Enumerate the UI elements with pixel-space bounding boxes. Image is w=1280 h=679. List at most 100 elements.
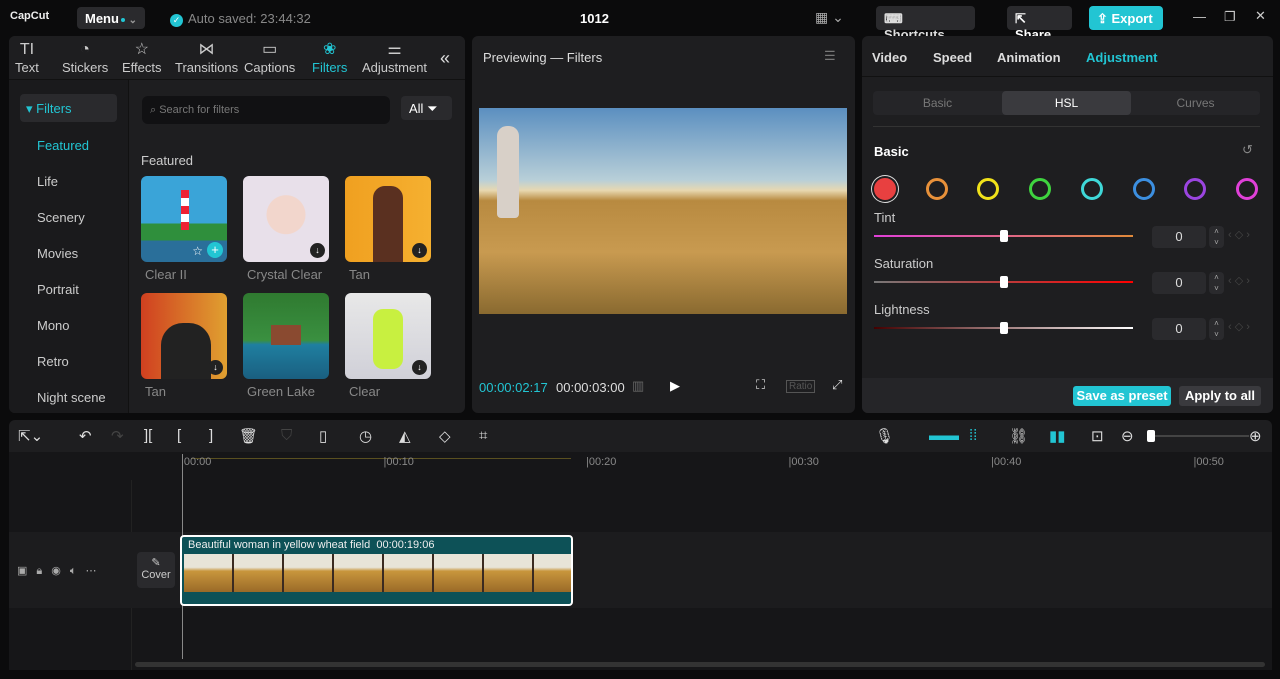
tab-stickers[interactable]: ◔ Stickers bbox=[62, 40, 108, 75]
favorite-icon[interactable]: ☆ bbox=[192, 244, 203, 258]
microphone-icon[interactable]: 🎙 bbox=[875, 427, 894, 445]
tint-stepper[interactable]: ˄ ˅ bbox=[1209, 226, 1224, 248]
fit-timeline-icon[interactable]: ⊡ bbox=[1091, 427, 1104, 445]
zoom-slider-knob[interactable] bbox=[1147, 430, 1155, 442]
maximize-icon[interactable]: ❐ bbox=[1224, 9, 1236, 25]
filter-search-input[interactable]: ⌕ Search for filters bbox=[142, 96, 390, 124]
hue-swatch-2[interactable] bbox=[977, 178, 1000, 200]
category-retro[interactable]: Retro bbox=[37, 354, 69, 369]
download-icon[interactable]: ↓ bbox=[412, 360, 427, 375]
download-icon[interactable]: ↓ bbox=[310, 243, 325, 258]
ratio-button[interactable]: Ratio bbox=[786, 380, 816, 393]
hue-swatch-5[interactable] bbox=[1132, 178, 1155, 200]
lightness-slider-knob[interactable] bbox=[999, 322, 1008, 334]
video-clip[interactable]: Beautiful woman in yellow wheat field 00… bbox=[180, 535, 573, 606]
horizontal-scrollbar[interactable] bbox=[135, 662, 1265, 667]
tint-slider[interactable] bbox=[874, 230, 1133, 242]
auto-snap-icon[interactable]: ⁞⁞ bbox=[969, 427, 977, 444]
rotate-icon[interactable]: ◇ bbox=[439, 427, 451, 445]
more-icon[interactable]: ⋯ bbox=[85, 565, 105, 577]
lightness-value-input[interactable]: 0 bbox=[1152, 318, 1206, 340]
shortcuts-button[interactable]: ⌨ Shortcuts bbox=[876, 6, 975, 42]
visibility-icon[interactable]: ◉ bbox=[51, 565, 70, 577]
hue-swatch-7[interactable] bbox=[1235, 178, 1258, 200]
zoom-fit-icon[interactable]: ⛶ bbox=[756, 377, 765, 393]
tab-filters[interactable]: ❀ Filters bbox=[312, 40, 347, 75]
fullscreen-icon[interactable]: ⤢ bbox=[832, 377, 842, 393]
hue-swatch-0[interactable] bbox=[874, 178, 896, 200]
filters-category-header[interactable]: ▾ Filters bbox=[20, 94, 117, 122]
zoom-out-icon[interactable]: ⊖ bbox=[1121, 427, 1134, 445]
filter-thumb-clear[interactable]: ↓ bbox=[345, 293, 431, 379]
link-icon[interactable]: ⛓ bbox=[1009, 427, 1028, 445]
hue-swatch-1[interactable] bbox=[925, 178, 948, 200]
shield-icon[interactable]: ⛉ bbox=[281, 427, 292, 444]
tab-transitions[interactable]: ⋈ Transitions bbox=[175, 40, 238, 75]
undo-icon[interactable]: ↶ bbox=[79, 427, 92, 445]
segment-hsl[interactable]: HSL bbox=[1002, 91, 1131, 115]
select-tool-icon[interactable]: ⇱⌄ bbox=[18, 427, 43, 445]
lightness-stepper[interactable]: ˄ ˅ bbox=[1209, 318, 1224, 340]
segment-curves[interactable]: Curves bbox=[1131, 91, 1260, 115]
zoom-in-icon[interactable]: ⊕ bbox=[1249, 427, 1262, 445]
tab-speed[interactable]: Speed bbox=[933, 50, 972, 65]
play-icon[interactable]: ▶ bbox=[670, 378, 680, 394]
split-left-icon[interactable]: [ bbox=[177, 427, 181, 444]
filter-thumb-clear-ii[interactable]: + ☆ bbox=[141, 176, 227, 262]
hue-swatch-3[interactable] bbox=[1029, 178, 1052, 200]
close-icon[interactable]: ✕ bbox=[1255, 8, 1266, 24]
export-button[interactable]: ⇪ Export bbox=[1089, 6, 1163, 30]
category-life[interactable]: Life bbox=[37, 174, 58, 189]
category-scenery[interactable]: Scenery bbox=[37, 210, 85, 225]
video-preview[interactable] bbox=[479, 108, 847, 314]
freeze-icon[interactable]: ▯ bbox=[319, 427, 327, 445]
main-track-magnet-icon[interactable]: ▬▬ bbox=[929, 427, 959, 444]
minimize-icon[interactable]: — bbox=[1193, 9, 1206, 24]
timeline-grid-icon[interactable]: ▥ bbox=[632, 378, 644, 394]
menu-button[interactable]: Menu ⌄ bbox=[77, 7, 145, 29]
category-portrait[interactable]: Portrait bbox=[37, 282, 79, 297]
tab-adjustment[interactable]: Adjustment bbox=[1086, 50, 1158, 65]
add-icon[interactable]: + bbox=[207, 242, 223, 258]
filter-thumb-tan[interactable]: ↓ bbox=[345, 176, 431, 262]
tab-captions[interactable]: ▭ Captions bbox=[244, 40, 295, 75]
timeline-zoom-slider[interactable] bbox=[1147, 430, 1249, 442]
saturation-slider-knob[interactable] bbox=[999, 276, 1008, 288]
layout-icon[interactable]: ▦ ⌄ bbox=[815, 9, 844, 26]
tab-video[interactable]: Video bbox=[872, 50, 907, 65]
reset-icon[interactable]: ↺ bbox=[1242, 142, 1253, 158]
hue-swatch-4[interactable] bbox=[1080, 178, 1103, 200]
tab-effects[interactable]: ☆ Effects bbox=[122, 40, 162, 75]
filter-thumb-crystal-clear[interactable]: ↓ bbox=[243, 176, 329, 262]
redo-icon[interactable]: ↷ bbox=[111, 427, 124, 445]
filter-thumb-green-lake[interactable] bbox=[243, 293, 329, 379]
category-mono[interactable]: Mono bbox=[37, 318, 70, 333]
keyframe-icon[interactable]: ‹ ◇ › bbox=[1228, 320, 1250, 333]
tab-adjustment[interactable]: ⚌ Adjustment bbox=[362, 40, 427, 75]
audio-icon[interactable]: 🔈︎ bbox=[70, 565, 86, 577]
track-video-icon[interactable]: ▣ bbox=[17, 565, 36, 577]
download-icon[interactable]: ↓ bbox=[412, 243, 427, 258]
category-night-scene[interactable]: Night scene bbox=[37, 390, 106, 405]
download-icon[interactable]: ↓ bbox=[208, 360, 223, 375]
delete-icon[interactable]: 🗑 bbox=[239, 427, 258, 445]
preview-axis-icon[interactable]: ▮▮ bbox=[1049, 427, 1066, 445]
share-button[interactable]: ⇱ Share bbox=[1007, 6, 1072, 42]
keyframe-icon[interactable]: ‹ ◇ › bbox=[1228, 274, 1250, 287]
mirror-icon[interactable]: ◭ bbox=[399, 427, 411, 445]
lock-icon[interactable]: 🔒︎ bbox=[36, 565, 51, 577]
saturation-value-input[interactable]: 0 bbox=[1152, 272, 1206, 294]
filter-thumb-tan-2[interactable]: ↓ bbox=[141, 293, 227, 379]
tint-slider-knob[interactable] bbox=[999, 230, 1008, 242]
category-featured[interactable]: Featured bbox=[37, 138, 89, 153]
split-icon[interactable]: ][ bbox=[144, 427, 152, 444]
filter-all-dropdown[interactable]: All ⏷ bbox=[401, 96, 452, 120]
keyframe-icon[interactable]: ‹ ◇ › bbox=[1228, 228, 1250, 241]
category-movies[interactable]: Movies bbox=[37, 246, 78, 261]
hue-swatch-6[interactable] bbox=[1184, 178, 1207, 200]
apply-to-all-button[interactable]: Apply to all bbox=[1179, 386, 1261, 406]
preview-menu-icon[interactable]: ☰ bbox=[824, 48, 836, 64]
speed-icon[interactable]: ◷ bbox=[359, 427, 372, 445]
tab-text[interactable]: TI Text bbox=[15, 40, 39, 75]
split-right-icon[interactable]: ] bbox=[209, 427, 213, 444]
